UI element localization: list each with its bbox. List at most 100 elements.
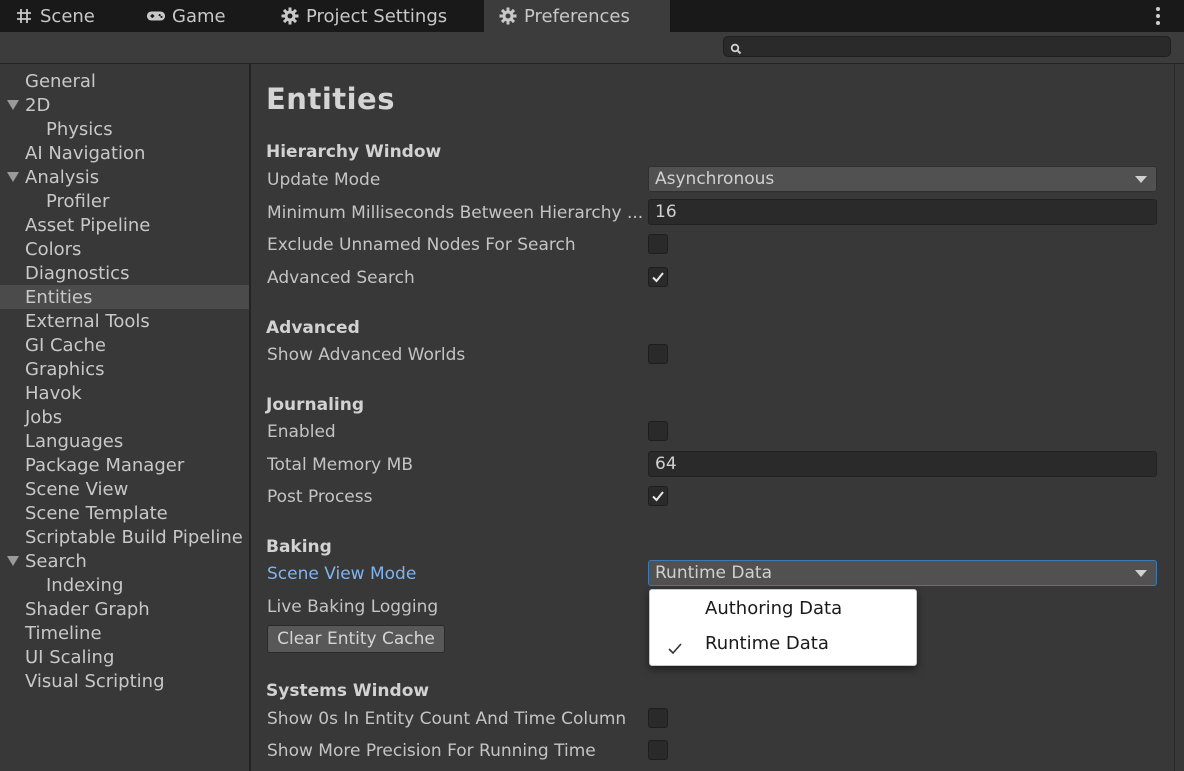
sidebar-item-analysis[interactable]: Analysis — [0, 165, 249, 189]
sidebar-item-ui-scaling[interactable]: UI Scaling — [0, 645, 249, 669]
sidebar-item-label: Asset Pipeline — [25, 214, 151, 236]
tab-project-settings[interactable]: Project Settings — [280, 0, 447, 32]
sidebar-item-search[interactable]: Search — [0, 549, 249, 573]
sidebar-item-graphics[interactable]: Graphics — [0, 357, 249, 381]
expand-arrow-icon[interactable] — [7, 556, 19, 566]
expand-arrow-icon[interactable] — [7, 100, 19, 110]
scene-view-mode-dropdown[interactable]: Runtime Data — [648, 560, 1157, 586]
sidebar-item-label: Profiler — [46, 190, 110, 212]
sidebar-item-colors[interactable]: Colors — [0, 237, 249, 261]
total-memory-field[interactable]: 64 — [648, 451, 1157, 477]
sidebar-item-label: Havok — [25, 382, 82, 404]
min-ms-field[interactable]: 16 — [648, 199, 1157, 225]
sidebar-item-jobs[interactable]: Jobs — [0, 405, 249, 429]
journaling-enabled-label: Enabled — [267, 422, 336, 442]
sidebar-item-shader-graph[interactable]: Shader Graph — [0, 597, 249, 621]
exclude-unnamed-checkbox[interactable] — [648, 234, 668, 254]
popup-option-runtime-data[interactable]: Runtime Data — [650, 627, 916, 661]
scene-view-mode-label: Scene View Mode — [267, 564, 417, 584]
sidebar-item-asset-pipeline[interactable]: Asset Pipeline — [0, 213, 249, 237]
section-advanced: Advanced — [266, 318, 360, 338]
show-advanced-worlds-label: Show Advanced Worlds — [267, 345, 466, 365]
sidebar-item-timeline[interactable]: Timeline — [0, 621, 249, 645]
sidebar-item-label: Search — [25, 550, 87, 572]
scene-view-mode-popup: Authoring Data Runtime Data — [649, 589, 917, 666]
update-mode-label: Update Mode — [267, 170, 381, 190]
sidebar-item-scene-view[interactable]: Scene View — [0, 477, 249, 501]
sidebar-item-label: Diagnostics — [25, 262, 130, 284]
sidebar-item-visual-scripting[interactable]: Visual Scripting — [0, 669, 249, 693]
gamepad-icon — [146, 6, 166, 26]
sidebar-item-scene-template[interactable]: Scene Template — [0, 501, 249, 525]
tab-scene[interactable]: Scene — [14, 0, 95, 32]
search-icon — [730, 40, 742, 60]
sidebar-item-label: Visual Scripting — [25, 670, 165, 692]
gear-icon — [498, 6, 518, 26]
popup-option-authoring-data[interactable]: Authoring Data — [650, 592, 916, 626]
sidebar-item-package-manager[interactable]: Package Manager — [0, 453, 249, 477]
sidebar-item-2d[interactable]: 2D — [0, 93, 249, 117]
sidebar-item-label: Shader Graph — [25, 598, 150, 620]
sidebar-item-label: Entities — [25, 286, 93, 308]
sidebar-item-scriptable-build-pipeline[interactable]: Scriptable Build Pipeline — [0, 525, 249, 549]
scene-view-mode-value: Runtime Data — [655, 563, 772, 583]
checkmark-icon — [652, 272, 664, 283]
sidebar-item-label: Languages — [25, 430, 124, 452]
show-zeros-label: Show 0s In Entity Count And Time Column — [267, 709, 627, 729]
tab-label: Scene — [40, 5, 95, 27]
popup-option-label: Runtime Data — [705, 633, 829, 654]
search-input[interactable] — [723, 36, 1171, 57]
tab-preferences[interactable]: Preferences — [484, 0, 670, 32]
journaling-enabled-checkbox[interactable] — [648, 421, 668, 441]
more-options-icon[interactable] — [1148, 5, 1168, 27]
sidebar-item-label: 2D — [25, 94, 51, 116]
sidebar-item-general[interactable]: General — [0, 69, 249, 93]
sidebar-item-gi-cache[interactable]: GI Cache — [0, 333, 249, 357]
show-zeros-checkbox[interactable] — [648, 708, 668, 728]
checkmark-icon — [652, 491, 664, 502]
expand-arrow-icon[interactable] — [7, 172, 19, 182]
sidebar-item-label: GI Cache — [25, 334, 106, 356]
sidebar-item-label: Scriptable Build Pipeline — [25, 526, 243, 548]
tab-bar: Scene Game Project Settings Preferences — [0, 0, 1184, 32]
sidebar-item-havok[interactable]: Havok — [0, 381, 249, 405]
sidebar-item-ai-navigation[interactable]: AI Navigation — [0, 141, 249, 165]
sidebar-item-entities[interactable]: Entities — [0, 285, 249, 309]
clear-entity-cache-button[interactable]: Clear Entity Cache — [267, 625, 445, 653]
sidebar-item-label: Graphics — [25, 358, 105, 380]
more-precision-label: Show More Precision For Running Time — [267, 741, 596, 761]
scrollbar[interactable] — [1174, 64, 1184, 771]
sidebar-item-label: Timeline — [25, 622, 102, 644]
sidebar-item-label: UI Scaling — [25, 646, 115, 668]
post-process-label: Post Process — [267, 487, 373, 507]
toolbar — [0, 32, 1184, 64]
sidebar-item-label: Jobs — [25, 406, 63, 428]
sidebar-item-label: External Tools — [25, 310, 150, 332]
more-precision-checkbox[interactable] — [648, 740, 668, 760]
sidebar-item-external-tools[interactable]: External Tools — [0, 309, 249, 333]
sidebar-item-label: Analysis — [25, 166, 100, 188]
grid-icon — [14, 6, 34, 26]
total-memory-label: Total Memory MB — [267, 455, 413, 475]
sidebar-item-profiler[interactable]: Profiler — [0, 189, 249, 213]
sidebar-item-languages[interactable]: Languages — [0, 429, 249, 453]
checkmark-icon — [668, 639, 682, 660]
popup-option-label: Authoring Data — [705, 598, 843, 619]
sidebar-item-diagnostics[interactable]: Diagnostics — [0, 261, 249, 285]
exclude-unnamed-label: Exclude Unnamed Nodes For Search — [267, 235, 576, 255]
tab-label: Project Settings — [306, 5, 448, 27]
advanced-search-checkbox[interactable] — [648, 267, 668, 287]
preferences-sidebar: General 2D Physics AI Navigation Analysis Pro… — [0, 64, 251, 771]
sidebar-item-label: Colors — [25, 238, 82, 260]
section-systems-window: Systems Window — [266, 681, 430, 701]
tab-label: Game — [172, 5, 226, 27]
update-mode-dropdown[interactable]: Asynchronous — [648, 166, 1157, 192]
tab-game[interactable]: Game — [146, 0, 226, 32]
section-hierarchy-window: Hierarchy Window — [266, 142, 442, 162]
gear-icon — [280, 6, 300, 26]
advanced-search-label: Advanced Search — [267, 268, 415, 288]
post-process-checkbox[interactable] — [648, 486, 668, 506]
sidebar-item-indexing[interactable]: Indexing — [0, 573, 249, 597]
sidebar-item-physics[interactable]: Physics — [0, 117, 249, 141]
show-advanced-worlds-checkbox[interactable] — [648, 344, 668, 364]
